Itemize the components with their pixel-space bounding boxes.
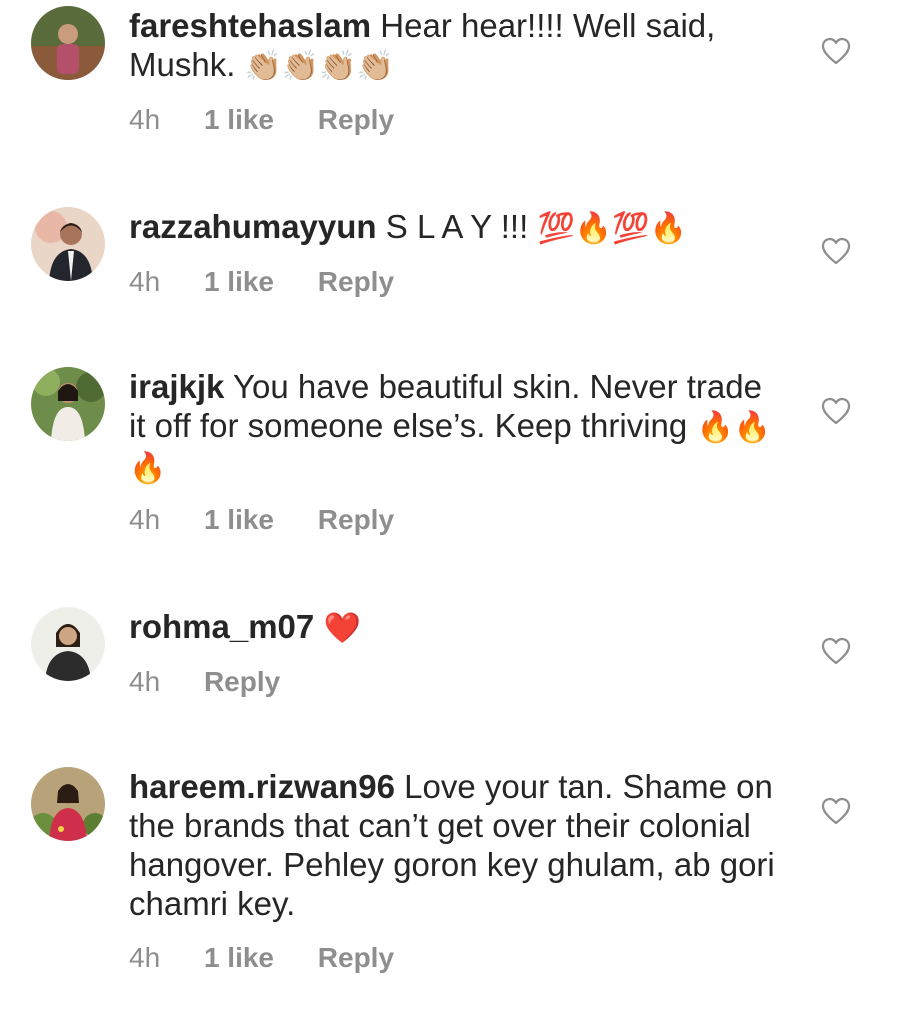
avatar[interactable] xyxy=(31,607,105,681)
avatar[interactable] xyxy=(31,6,105,80)
like-heart-icon[interactable] xyxy=(821,397,851,425)
avatar[interactable] xyxy=(31,207,105,281)
comment-body: hareem.rizwan96 Love your tan. Shame on … xyxy=(129,767,779,923)
like-heart-icon[interactable] xyxy=(821,637,851,665)
like-heart-icon[interactable] xyxy=(821,797,851,825)
comment-time: 4h xyxy=(129,942,161,973)
comment-body: razzahumayyun S L A Y !!! 💯🔥💯🔥 xyxy=(129,207,779,248)
reply-button[interactable]: Reply xyxy=(318,942,394,974)
comment-body: rohma_m07 ❤️ xyxy=(129,607,779,648)
comment-meta: 4h 1 like Reply xyxy=(129,504,430,536)
comment-time: 4h xyxy=(129,666,161,697)
comment-meta: 4h 1 like Reply xyxy=(129,104,430,136)
comment-likes[interactable]: 1 like xyxy=(204,504,274,536)
comment-username[interactable]: rohma_m07 xyxy=(129,608,314,645)
comment-likes[interactable]: 1 like xyxy=(204,266,274,298)
avatar[interactable] xyxy=(31,767,105,841)
comment-meta: 4h 1 like Reply xyxy=(129,942,430,974)
hundred-fire-emoji: 💯🔥💯🔥 xyxy=(537,211,687,246)
comment-time: 4h xyxy=(129,266,161,297)
comment-username[interactable]: hareem.rizwan96 xyxy=(129,768,395,805)
reply-button[interactable]: Reply xyxy=(204,666,280,698)
comment-username[interactable]: irajkjk xyxy=(129,368,224,405)
comment-text: You have beautiful skin. Never trade it … xyxy=(129,368,762,444)
reply-button[interactable]: Reply xyxy=(318,266,394,298)
red-heart-emoji: ❤️ xyxy=(323,611,361,646)
like-heart-icon[interactable] xyxy=(821,237,851,265)
comment-body: irajkjk You have beautiful skin. Never t… xyxy=(129,367,779,488)
comment-username[interactable]: razzahumayyun xyxy=(129,208,377,245)
comment-time: 4h xyxy=(129,104,161,135)
comment-likes[interactable]: 1 like xyxy=(204,942,274,974)
like-heart-icon[interactable] xyxy=(821,37,851,65)
comment-username[interactable]: fareshtehaslam xyxy=(129,7,371,44)
comment-likes[interactable]: 1 like xyxy=(204,104,274,136)
avatar[interactable] xyxy=(31,367,105,441)
comment-body: fareshtehaslam Hear hear!!!! Well said, … xyxy=(129,6,779,86)
reply-button[interactable]: Reply xyxy=(318,504,394,536)
comment-time: 4h xyxy=(129,504,161,535)
reply-button[interactable]: Reply xyxy=(318,104,394,136)
comment-text: S L A Y !!! xyxy=(385,208,529,245)
comment-meta: 4h Reply xyxy=(129,666,316,698)
comment-meta: 4h 1 like Reply xyxy=(129,266,430,298)
clapping-hands-emoji: 👏🏼👏🏼👏🏼👏🏼 xyxy=(244,49,394,84)
